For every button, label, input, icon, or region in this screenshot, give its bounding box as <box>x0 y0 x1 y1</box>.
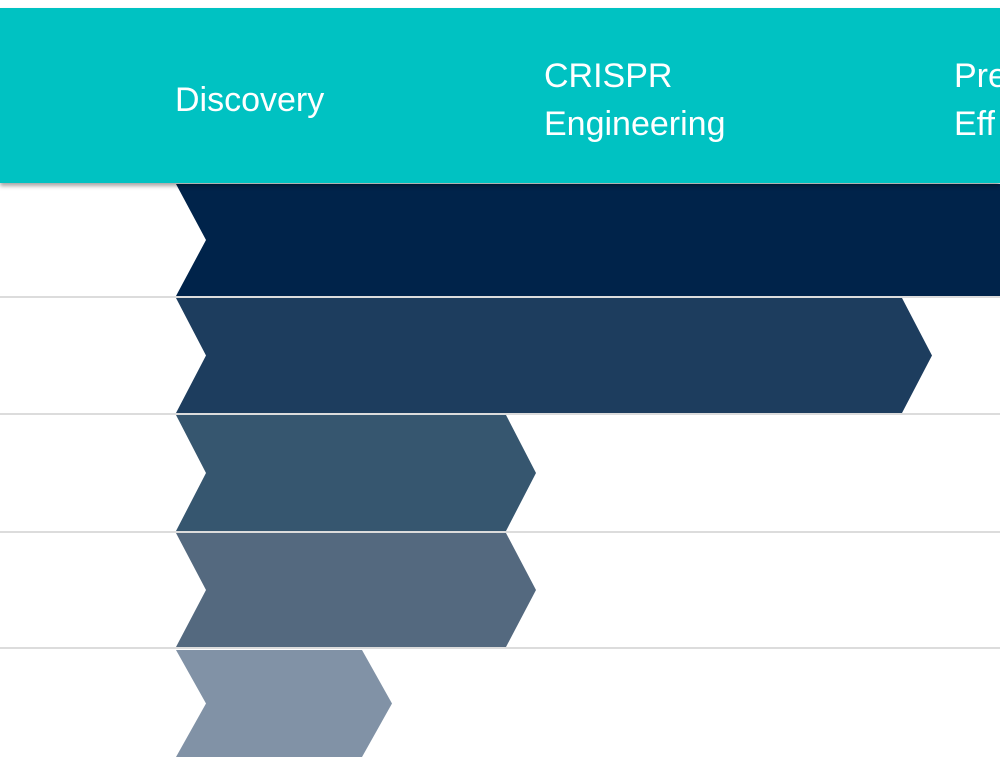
program-progress-bar <box>176 184 1000 296</box>
program-progress-bar <box>176 650 392 757</box>
stage-label-crispr-engineering: CRISPR Engineering <box>544 57 726 143</box>
program-progress-bar <box>176 415 536 531</box>
program-progress-bar <box>176 533 536 647</box>
pipeline-header: Discovery CRISPR Engineering Pre Eff <box>0 8 1000 183</box>
program-progress-bar <box>176 298 932 413</box>
stage-label-preclinical-efficacy: Pre Eff <box>954 57 1000 143</box>
stage-label-discovery: Discovery <box>175 81 325 119</box>
